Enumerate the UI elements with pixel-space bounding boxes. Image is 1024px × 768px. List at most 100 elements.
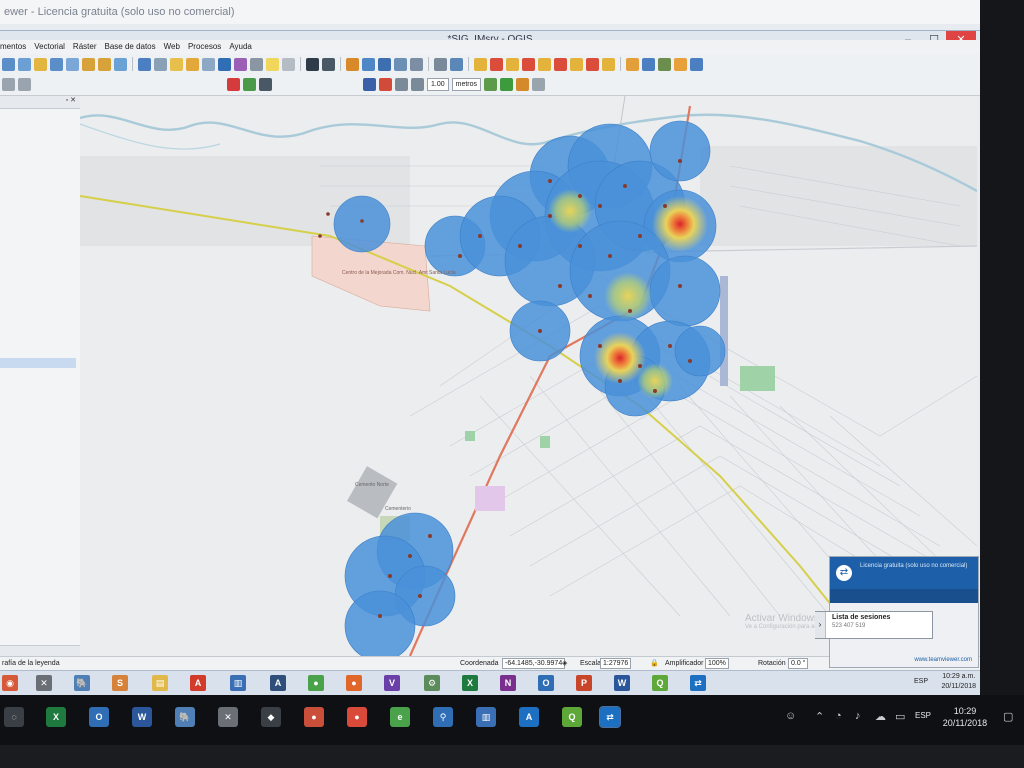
crs-icon[interactable]: ◈ [562,657,567,671]
collapse-arrow-icon[interactable]: › [815,612,826,638]
scale-select[interactable]: 1:27976 [600,657,632,669]
host-taskbar-app-icon[interactable]: ◌ [4,707,24,727]
coordinate-value[interactable]: -64.1485,-30.9974 [502,657,566,671]
vector-tools-icon[interactable] [658,57,671,71]
statistics-icon[interactable] [234,57,247,71]
taskbar-qgis-icon[interactable]: Q [652,675,668,691]
copy-feature-icon[interactable] [586,57,599,71]
open-layer-icon[interactable] [642,57,655,71]
host-taskbar-qgis-icon[interactable]: Q [562,707,582,727]
rotation-field[interactable]: 0.0 ° [788,657,809,669]
zoom-next-icon[interactable] [98,57,111,71]
remote-clock[interactable]: 10:29 a.m. 20/11/2018 [941,672,976,692]
taskbar-folder-icon[interactable]: ▤ [152,675,168,691]
print-composer-icon[interactable] [322,57,335,71]
taskbar-app-icon[interactable]: ◉ [2,675,18,691]
volume-icon[interactable]: ♪ [855,710,861,722]
host-taskbar-outlook-icon[interactable]: O [89,707,109,727]
teamviewer-toolbar[interactable] [830,589,978,603]
zoom-out-icon[interactable] [2,57,15,71]
menu-item-raster[interactable]: Ráster [73,40,97,54]
taskbar-excel-icon[interactable]: X [462,675,478,691]
menu-item-base-de-datos[interactable]: Base de datos [104,40,155,54]
processing-icon[interactable] [362,57,375,71]
host-taskbar-edge-icon[interactable]: e [390,707,410,727]
brush-icon[interactable] [674,57,687,71]
host-taskbar-paint-icon[interactable]: ● [304,707,324,727]
remote-language-indicator[interactable]: ESP [914,678,928,685]
network-icon[interactable]: ◔ [835,710,842,722]
magnifier-field[interactable]: 100% [705,657,729,669]
pin-icon[interactable] [306,57,319,71]
zoom-layer-icon[interactable] [34,57,47,71]
selected-layer-row[interactable] [0,358,76,368]
node-tool-icon[interactable] [538,57,551,71]
taskbar-network-icon[interactable]: ⚙ [424,675,440,691]
results-viewer-icon[interactable] [410,57,423,71]
identify-icon[interactable] [138,57,151,71]
zoom-in-icon[interactable] [50,57,63,71]
host-taskbar-plugin-icon[interactable]: ◆ [261,707,281,727]
host-taskbar-search-icon[interactable]: ⚲ [433,707,453,727]
model-builder-icon[interactable] [378,57,391,71]
host-taskbar-file-icon[interactable]: ▥ [476,707,496,727]
taskbar-file-icon[interactable]: ▥ [230,675,246,691]
field-calculator-icon[interactable] [218,57,231,71]
cut-feature-icon[interactable] [570,57,583,71]
record-icon[interactable] [227,78,240,91]
menu-item-complementos[interactable]: mentos [0,40,26,54]
host-taskbar-pgadmin-icon[interactable]: 🐘 [175,707,195,727]
people-icon[interactable]: ☺ [785,710,796,722]
delete-feature-icon[interactable] [554,57,567,71]
paste-feature-icon[interactable] [602,57,615,71]
zoom-last-icon[interactable] [82,57,95,71]
label-icon[interactable] [690,57,703,71]
menu-item-procesos[interactable]: Procesos [188,40,221,54]
session-list-title[interactable]: Lista de sesiones [828,612,932,623]
digitize-polygon-icon[interactable] [506,57,519,71]
zoom-selection-icon[interactable] [66,57,79,71]
taskbar-word-icon[interactable]: W [614,675,630,691]
map-tips-icon[interactable] [266,57,279,71]
snapping-units-select[interactable]: metros [451,78,482,91]
taskbar-firefox-icon[interactable]: ● [346,675,362,691]
georeferencer-icon[interactable] [450,57,463,71]
refresh-icon[interactable] [114,57,127,71]
teamviewer-link[interactable]: www.teamviewer.com [914,657,972,663]
digitize-point-icon[interactable] [474,57,487,71]
snap-vertex-icon[interactable] [395,78,408,91]
snap-segment-icon[interactable] [411,78,424,91]
host-taskbar-chrome-icon[interactable]: ● [347,707,367,727]
undo-icon[interactable] [2,78,15,91]
help-icon[interactable] [363,78,376,91]
host-taskbar-arcgis-icon[interactable]: A [519,707,539,727]
battery-icon[interactable]: ▭ [895,710,905,723]
host-taskbar-excel-icon[interactable]: X [46,707,66,727]
deselect-icon[interactable] [186,57,199,71]
taskbar-arcgis-icon[interactable]: A [270,675,286,691]
digitize-line-icon[interactable] [490,57,503,71]
taskbar-pdf-icon[interactable]: A [190,675,206,691]
coordinate-field[interactable]: -64.1485,-30.9974 [502,657,566,669]
triangle-icon[interactable] [243,78,256,91]
lock-icon[interactable]: 🔒 [650,657,659,671]
globe-icon[interactable] [259,78,272,91]
taskbar-chrome-icon[interactable]: ● [308,675,324,691]
advanced-digitize-icon[interactable] [532,78,546,91]
host-clock[interactable]: 10:29 20/11/2018 [935,705,995,729]
attribute-table-icon[interactable] [202,57,215,71]
menu-item-vectorial[interactable]: Vectorial [34,40,65,54]
avoid-overlap-icon[interactable] [516,78,530,91]
host-taskbar-teamviewer-icon[interactable]: ⇄ [599,706,621,728]
taskbar-sig-icon[interactable]: S [112,675,128,691]
redo-icon[interactable] [18,78,31,91]
cloud-icon[interactable]: ☁ [875,710,886,723]
gps-icon[interactable] [434,57,447,71]
host-taskbar-word-icon[interactable]: W [132,707,152,727]
snapping-magnet-icon[interactable] [379,78,392,91]
host-language-indicator[interactable]: ESP [915,711,931,720]
snapping-tolerance-field[interactable]: 1.00 [427,78,449,91]
host-taskbar-tools-icon[interactable]: ✕ [218,707,238,727]
menu-item-ayuda[interactable]: Ayuda [229,40,252,54]
move-feature-icon[interactable] [522,57,535,71]
